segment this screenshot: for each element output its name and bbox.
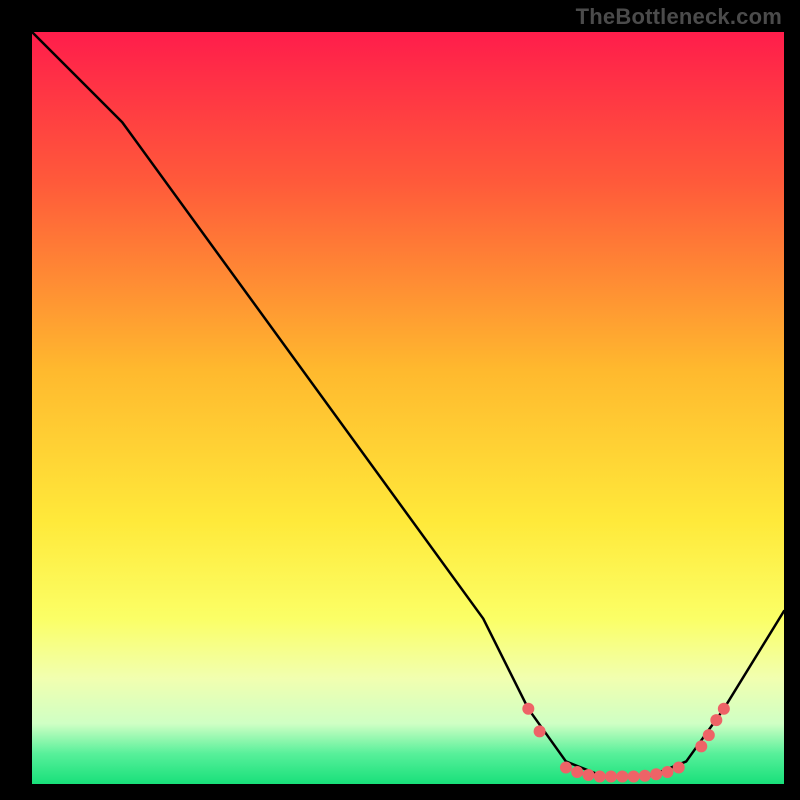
marker-dot: [695, 740, 707, 752]
marker-dot: [650, 768, 662, 780]
marker-dot: [639, 770, 651, 782]
marker-dot: [661, 766, 673, 778]
bottleneck-chart: [0, 0, 800, 800]
marker-dot: [628, 770, 640, 782]
plot-background: [32, 32, 784, 784]
marker-dot: [560, 761, 572, 773]
marker-dot: [534, 725, 546, 737]
marker-dot: [710, 714, 722, 726]
marker-dot: [703, 729, 715, 741]
marker-dot: [616, 770, 628, 782]
marker-dot: [605, 770, 617, 782]
watermark-text: TheBottleneck.com: [576, 4, 782, 30]
marker-dot: [673, 761, 685, 773]
marker-dot: [594, 770, 606, 782]
marker-dot: [571, 766, 583, 778]
marker-dot: [522, 703, 534, 715]
marker-dot: [582, 769, 594, 781]
marker-dot: [718, 703, 730, 715]
chart-container: { "watermark": "TheBottleneck.com", "cha…: [0, 0, 800, 800]
